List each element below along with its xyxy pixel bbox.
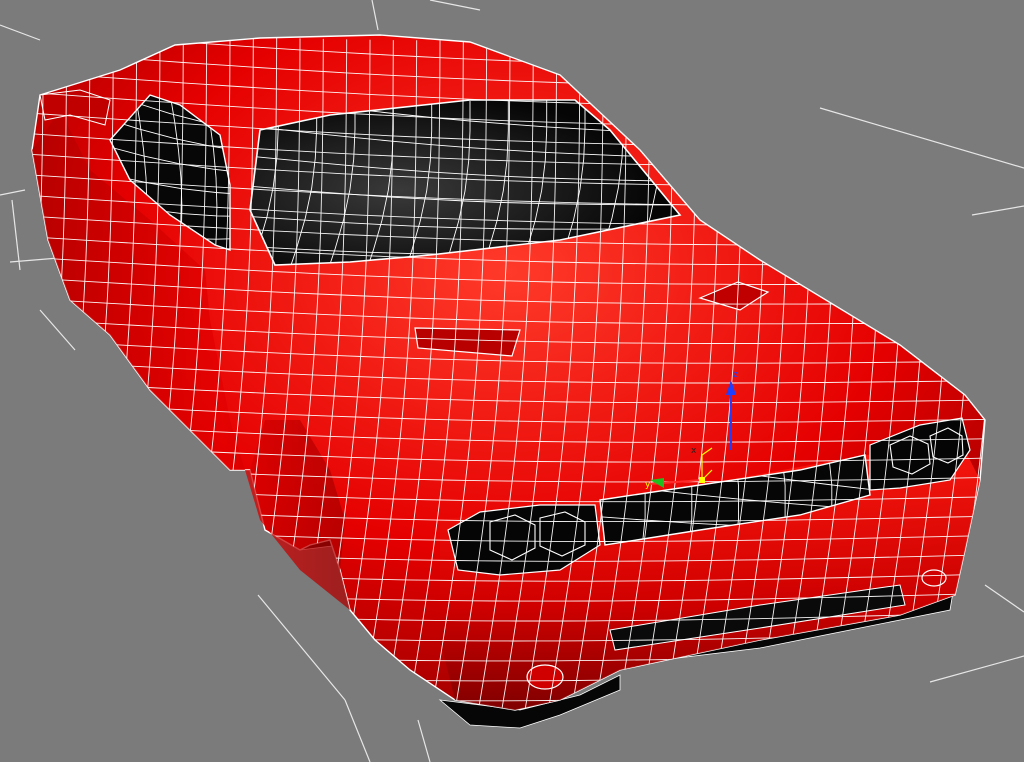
- gizmo-z-label: z: [733, 370, 738, 380]
- gizmo-y-label: y: [645, 480, 651, 490]
- fog-lamp-left: [526, 664, 564, 690]
- 3d-viewport[interactable]: z x y: [0, 0, 1024, 762]
- gizmo-x-label: x: [691, 446, 697, 456]
- car-body[interactable]: [0, 30, 1000, 741]
- viewport-canvas[interactable]: z x y: [0, 0, 1024, 762]
- gizmo-center[interactable]: [699, 477, 705, 483]
